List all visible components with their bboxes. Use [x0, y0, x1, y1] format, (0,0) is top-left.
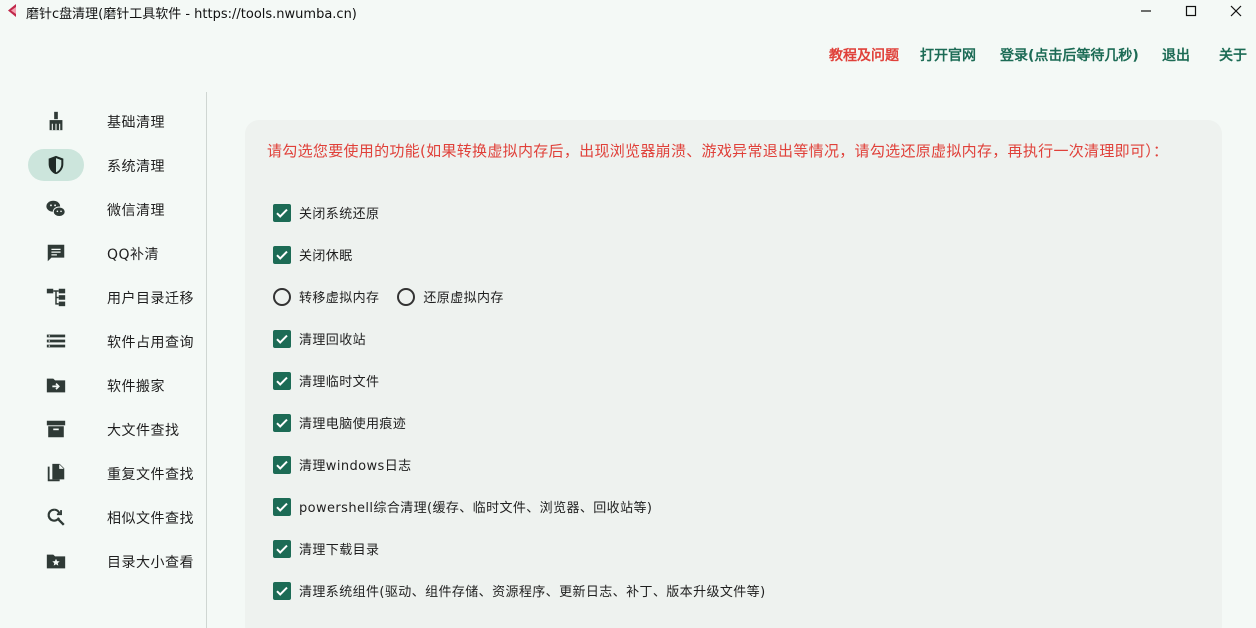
instruction-text: 请勾选您要使用的功能(如果转换虚拟内存后，出现浏览器崩溃、游戏异常退出等情况，请… — [267, 142, 1169, 160]
checkbox-checked[interactable] — [273, 371, 291, 390]
checkmark-icon — [276, 418, 288, 428]
sidebar-item-large-file-find[interactable]: 大文件查找 — [28, 413, 198, 445]
option-label: 清理临时文件 — [299, 375, 380, 390]
sidebar-item-label: 用户目录迁移 — [107, 291, 194, 307]
about-link[interactable]: 关于 — [1219, 45, 1247, 65]
option-label: 关闭系统还原 — [299, 207, 380, 222]
shield-icon — [48, 155, 64, 175]
sidebar-item-label: 微信清理 — [107, 203, 165, 219]
option-disable-system-restore[interactable]: 关闭系统还原 — [273, 203, 379, 222]
folder-move-icon — [46, 378, 66, 393]
sidebar-item-label: 大文件查找 — [107, 423, 180, 439]
sidebar-item-label: QQ补清 — [107, 247, 160, 263]
sidebar-item-qq-clean[interactable]: QQ补清 — [28, 237, 198, 269]
option-label: 关闭休眠 — [299, 249, 353, 264]
broom-icon — [49, 111, 63, 131]
sidebar-item-user-dir-migrate[interactable]: 用户目录迁移 — [28, 281, 198, 313]
checkmark-icon — [276, 208, 288, 218]
checkmark-icon — [276, 376, 288, 386]
checkbox-checked[interactable] — [273, 539, 291, 558]
chat-icon — [47, 244, 65, 262]
option-clean-recycle-bin[interactable]: 清理回收站 — [273, 329, 366, 348]
sidebar-item-label: 目录大小查看 — [107, 555, 194, 571]
sidebar-item-label: 相似文件查找 — [107, 511, 194, 527]
sidebar-item-label: 基础清理 — [107, 115, 165, 131]
option-clean-temp-files[interactable]: 清理临时文件 — [273, 371, 379, 390]
official-site-link[interactable]: 打开官网 — [920, 45, 976, 65]
option-disable-hibernate[interactable]: 关闭休眠 — [273, 245, 353, 264]
checkbox-checked[interactable] — [273, 455, 291, 474]
option-label: 清理电脑使用痕迹 — [299, 417, 407, 432]
minimize-button[interactable] — [1126, 0, 1166, 22]
sidebar-item-label: 软件占用查询 — [107, 335, 194, 351]
radio-label: 还原虚拟内存 — [423, 291, 504, 306]
option-clean-windows-logs[interactable]: 清理windows日志 — [273, 455, 412, 474]
list-icon — [46, 334, 66, 348]
sidebar-item-wechat-clean[interactable]: 微信清理 — [28, 193, 198, 225]
tree-icon — [46, 288, 66, 307]
sidebar-item-system-clean[interactable]: 系统清理 — [28, 149, 198, 181]
radio-button[interactable] — [397, 287, 416, 306]
app-logo-icon — [8, 4, 16, 17]
option-label: 清理回收站 — [299, 333, 367, 348]
minimize-icon — [1141, 10, 1151, 12]
wechat-icon — [46, 200, 66, 217]
help-link[interactable]: 教程及问题 — [829, 45, 899, 65]
option-label: 清理下载目录 — [299, 543, 380, 558]
archive-icon — [46, 420, 66, 438]
checkmark-icon — [276, 502, 288, 512]
maximize-button[interactable] — [1171, 0, 1211, 22]
title-bar: 磨针c盘清理(磨针工具软件 - https://tools.nwumba.cn) — [0, 0, 1256, 22]
checkbox-checked[interactable] — [273, 581, 291, 600]
sidebar-item-software-usage[interactable]: 软件占用查询 — [28, 325, 198, 357]
sidebar-item-similar-file-find[interactable]: 相似文件查找 — [28, 501, 198, 533]
close-icon — [1230, 5, 1242, 17]
option-clean-downloads[interactable]: 清理下载目录 — [273, 539, 379, 558]
options-panel — [245, 120, 1222, 628]
option-label: 清理系统组件(驱动、组件存储、资源程序、更新日志、补丁、版本升级文件等) — [299, 585, 766, 600]
virtual-memory-radio-group: 转移虚拟内存 还原虚拟内存 — [273, 287, 504, 306]
checkbox-checked[interactable] — [273, 413, 291, 432]
login-link[interactable]: 登录(点击后等待几秒) — [1000, 45, 1139, 65]
checkmark-icon — [276, 544, 288, 554]
exit-link[interactable]: 退出 — [1162, 45, 1190, 65]
radio-label: 转移虚拟内存 — [299, 291, 380, 306]
sidebar-item-duplicate-file-find[interactable]: 重复文件查找 — [28, 457, 198, 489]
checkbox-checked[interactable] — [273, 329, 291, 348]
sidebar-item-label: 软件搬家 — [107, 379, 165, 395]
sidebar-item-software-move[interactable]: 软件搬家 — [28, 369, 198, 401]
sidebar-item-basic-clean[interactable]: 基础清理 — [28, 105, 198, 137]
close-button[interactable] — [1216, 0, 1256, 22]
option-label: 清理windows日志 — [299, 459, 412, 474]
radio-button[interactable] — [273, 287, 291, 306]
search-refresh-icon — [47, 508, 65, 526]
folder-star-icon — [46, 554, 66, 569]
option-label: powershell综合清理(缓存、临时文件、浏览器、回收站等) — [299, 501, 653, 516]
radio-move-virtual-memory[interactable]: 转移虚拟内存 — [273, 287, 379, 306]
sidebar-item-label: 重复文件查找 — [107, 467, 194, 483]
checkbox-checked[interactable] — [273, 245, 291, 264]
checkmark-icon — [276, 586, 288, 596]
maximize-icon — [1185, 5, 1197, 17]
option-powershell-clean[interactable]: powershell综合清理(缓存、临时文件、浏览器、回收站等) — [273, 497, 652, 516]
option-clean-usage-traces[interactable]: 清理电脑使用痕迹 — [273, 413, 406, 432]
radio-restore-virtual-memory[interactable]: 还原虚拟内存 — [397, 287, 503, 306]
sidebar-item-dir-size-view[interactable]: 目录大小查看 — [28, 545, 198, 577]
sidebar-divider — [206, 92, 207, 628]
checkmark-icon — [276, 460, 288, 470]
checkmark-icon — [276, 250, 288, 260]
window-title: 磨针c盘清理(磨针工具软件 - https://tools.nwumba.cn) — [26, 7, 357, 22]
checkbox-checked[interactable] — [273, 497, 291, 516]
sidebar-item-label: 系统清理 — [107, 159, 165, 175]
option-clean-system-components[interactable]: 清理系统组件(驱动、组件存储、资源程序、更新日志、补丁、版本升级文件等) — [273, 581, 766, 600]
copy-file-icon — [47, 463, 65, 482]
checkbox-checked[interactable] — [273, 203, 291, 222]
checkmark-icon — [276, 334, 288, 344]
